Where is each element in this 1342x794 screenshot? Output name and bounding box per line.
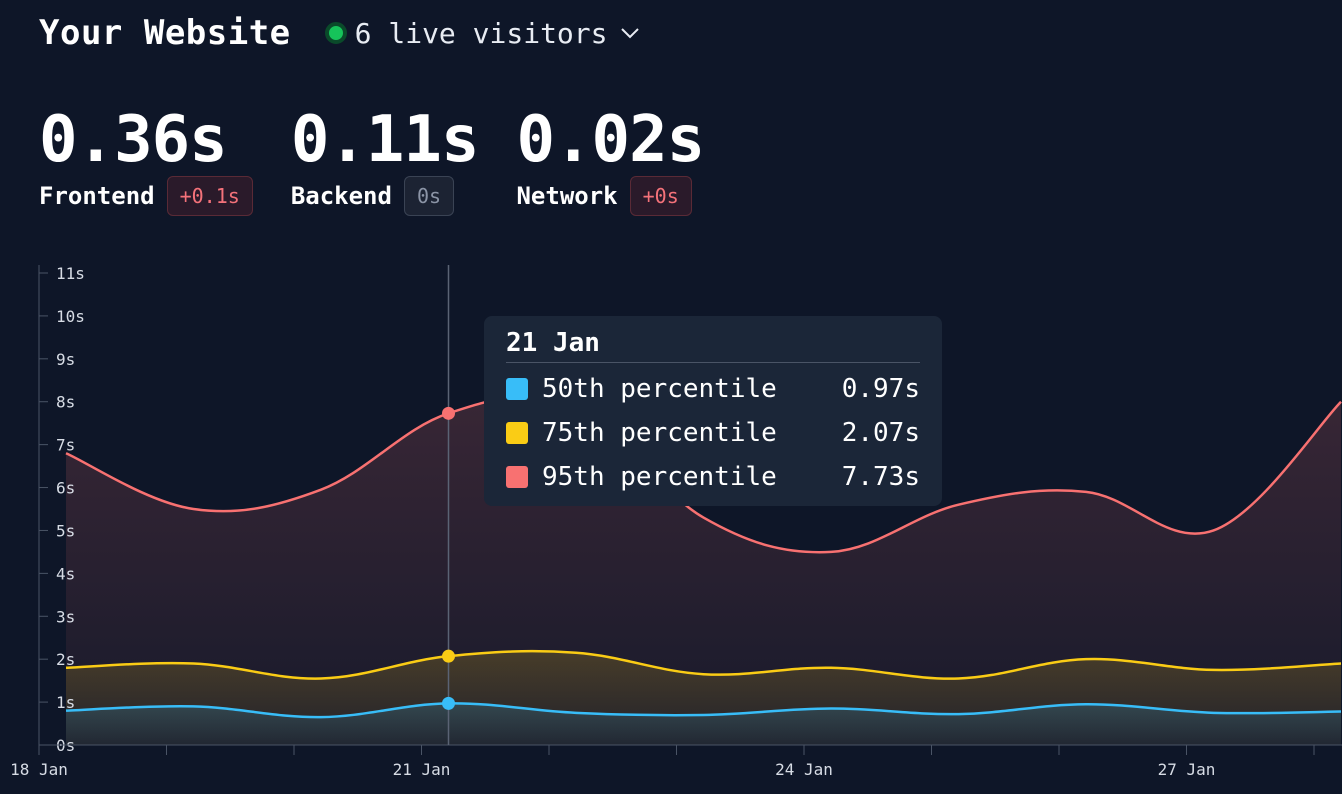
header: Your Website 6 live visitors: [39, 10, 640, 56]
y-tick-label: 5s: [56, 521, 75, 540]
tooltip-series-name: 95th percentile: [542, 462, 777, 492]
tooltip-title: 21 Jan: [506, 328, 920, 363]
tooltip-row: 95th percentile 7.73s: [506, 455, 920, 499]
metric-backend[interactable]: 0.11s Backend 0s: [291, 104, 479, 216]
live-visitors-dropdown[interactable]: 6 live visitors: [324, 16, 640, 50]
tooltip-row: 75th percentile 2.07s: [506, 411, 920, 455]
x-tick-label: 24 Jan: [775, 760, 833, 779]
metric-label: Network: [516, 182, 618, 210]
metric-frontend[interactable]: 0.36s Frontend +0.1s: [39, 104, 253, 216]
delta-badge: +0.1s: [166, 176, 253, 216]
site-title: Your Website: [39, 13, 291, 53]
y-tick-label: 10s: [56, 307, 85, 326]
tooltip-series-value: 7.73s: [841, 462, 920, 492]
x-tick-label: 18 Jan: [10, 760, 68, 779]
tooltip-series-value: 0.97s: [841, 374, 920, 404]
y-tick-label: 3s: [56, 607, 75, 626]
y-tick-label: 8s: [56, 393, 75, 412]
y-tick-label: 4s: [56, 564, 75, 583]
legend-swatch-p75: [506, 422, 528, 444]
delta-badge: 0s: [403, 176, 455, 216]
y-tick-label: 6s: [56, 479, 75, 498]
delta-badge: +0s: [629, 176, 692, 216]
metric-value: 0.11s: [290, 103, 480, 177]
x-tick-label: 21 Jan: [393, 760, 451, 779]
metric-value: 0.02s: [516, 103, 705, 177]
metric-label: Frontend: [39, 182, 155, 210]
tooltip-row: 50th percentile 0.97s: [506, 367, 920, 411]
y-tick-label: 11s: [56, 264, 85, 283]
metric-network[interactable]: 0.02s Network +0s: [516, 103, 705, 216]
legend-swatch-p95: [506, 466, 528, 488]
chart-tooltip: 21 Jan 50th percentile 0.97s 75th percen…: [484, 316, 942, 506]
tooltip-series-name: 75th percentile: [542, 418, 777, 448]
hover-point-marker: [442, 696, 455, 710]
legend-swatch-p50: [506, 378, 528, 400]
tooltip-series-value: 2.07s: [841, 418, 920, 448]
y-tick-label: 9s: [56, 350, 75, 369]
metric-value: 0.36s: [39, 103, 228, 177]
metric-label: Backend: [290, 182, 392, 210]
y-tick-label: 7s: [56, 436, 75, 455]
y-tick-label: 1s: [56, 693, 75, 712]
tooltip-series-name: 50th percentile: [542, 374, 777, 404]
live-indicator-icon: [324, 22, 347, 44]
chevron-down-icon: [620, 28, 639, 39]
hover-point-marker: [442, 649, 455, 663]
y-tick-label: 2s: [56, 650, 75, 669]
x-tick-label: 27 Jan: [1158, 760, 1216, 779]
hover-point-marker: [442, 406, 455, 420]
live-visitors-label: 6 live visitors: [354, 16, 608, 50]
metrics-row: 0.36s Frontend +0.1s 0.11s Backend 0s 0.…: [39, 104, 742, 216]
